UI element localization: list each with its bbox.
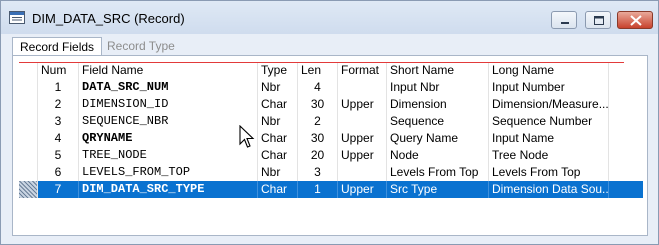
cell-num[interactable]: 6 bbox=[38, 164, 79, 181]
cell-long-name[interactable]: Dimension/Measure... bbox=[489, 96, 609, 113]
cell-format[interactable] bbox=[338, 79, 387, 96]
col-len[interactable]: Len bbox=[298, 62, 338, 79]
cell-len[interactable]: 1 bbox=[298, 181, 338, 198]
row-selector[interactable] bbox=[19, 113, 38, 130]
title-bar[interactable]: DIM_DATA_SRC (Record) bbox=[1, 1, 658, 34]
drag-insert-indicator bbox=[19, 62, 624, 63]
cell-type[interactable]: Nbr bbox=[258, 79, 298, 96]
minimize-button[interactable] bbox=[551, 11, 577, 29]
record-fields-panel: Num Field Name Type Len Format Short Nam… bbox=[12, 55, 648, 236]
cell-type[interactable]: Nbr bbox=[258, 113, 298, 130]
cell-num[interactable]: 3 bbox=[38, 113, 79, 130]
col-field-name[interactable]: Field Name bbox=[79, 62, 258, 79]
cell-type[interactable]: Char bbox=[258, 147, 298, 164]
cell-field-name[interactable]: DATA_SRC_NUM bbox=[79, 79, 258, 96]
cell-long-name[interactable]: Input Name bbox=[489, 130, 609, 147]
cell-short-name[interactable]: Sequence bbox=[387, 113, 489, 130]
cell-format[interactable]: Upper bbox=[338, 147, 387, 164]
close-icon bbox=[630, 15, 642, 26]
cell-short-name[interactable]: Node bbox=[387, 147, 489, 164]
cell-type[interactable]: Char bbox=[258, 96, 298, 113]
cell-field-name[interactable]: SEQUENCE_NBR bbox=[79, 113, 258, 130]
cell-len[interactable]: 2 bbox=[298, 113, 338, 130]
cell-format[interactable]: Upper bbox=[338, 130, 387, 147]
cell-field-name[interactable]: TREE_NODE bbox=[79, 147, 258, 164]
cell-field-name[interactable]: LEVELS_FROM_TOP bbox=[79, 164, 258, 181]
cell-short-name[interactable]: Levels From Top bbox=[387, 164, 489, 181]
row-selector[interactable] bbox=[19, 147, 38, 164]
close-button[interactable] bbox=[617, 11, 653, 29]
cell-long-name[interactable]: Sequence Number bbox=[489, 113, 609, 130]
cell-num[interactable]: 4 bbox=[38, 130, 79, 147]
cell-short-name[interactable]: Dimension bbox=[387, 96, 489, 113]
col-short-name[interactable]: Short Name bbox=[387, 62, 489, 79]
row-selector[interactable] bbox=[19, 96, 38, 113]
window-title: DIM_DATA_SRC (Record) bbox=[32, 11, 185, 26]
cell-num[interactable]: 2 bbox=[38, 96, 79, 113]
table-row[interactable]: 6 LEVELS_FROM_TOP Nbr 3 Levels From Top Level… bbox=[19, 164, 643, 181]
row-selector[interactable] bbox=[19, 79, 38, 96]
cell-type[interactable]: Char bbox=[258, 181, 298, 198]
cell-len[interactable]: 30 bbox=[298, 130, 338, 147]
col-format[interactable]: Format bbox=[338, 62, 387, 79]
maximize-icon bbox=[594, 16, 604, 25]
mouse-cursor-icon bbox=[239, 125, 255, 148]
cell-format[interactable] bbox=[338, 164, 387, 181]
cell-num[interactable]: 1 bbox=[38, 79, 79, 96]
cell-type[interactable]: Nbr bbox=[258, 164, 298, 181]
cell-field-name[interactable]: DIMENSION_ID bbox=[79, 96, 258, 113]
cell-short-name[interactable]: Input Nbr bbox=[387, 79, 489, 96]
cell-format[interactable] bbox=[338, 113, 387, 130]
tab-record-type[interactable]: Record Type bbox=[100, 37, 182, 55]
cell-long-name[interactable]: Tree Node bbox=[489, 147, 609, 164]
cell-short-name[interactable]: Query Name bbox=[387, 130, 489, 147]
cell-format[interactable]: Upper bbox=[338, 181, 387, 198]
cell-field-name[interactable]: QRYNAME bbox=[79, 130, 258, 147]
cell-format[interactable]: Upper bbox=[338, 96, 387, 113]
cell-long-name[interactable]: Levels From Top bbox=[489, 164, 609, 181]
row-selector[interactable] bbox=[19, 164, 38, 181]
cell-num[interactable]: 7 bbox=[38, 181, 79, 198]
cell-type[interactable]: Char bbox=[258, 130, 298, 147]
row-selector[interactable] bbox=[19, 181, 38, 198]
col-long-name[interactable]: Long Name bbox=[489, 62, 609, 79]
maximize-button[interactable] bbox=[585, 11, 611, 29]
table-row[interactable]: 4 QRYNAME Char 30 Upper Query Name Input Name bbox=[19, 130, 643, 147]
table-header: Num Field Name Type Len Format Short Nam… bbox=[19, 62, 643, 79]
table-row[interactable]: 2 DIMENSION_ID Char 30 Upper Dimension Dimensi… bbox=[19, 96, 643, 113]
col-num[interactable]: Num bbox=[38, 62, 79, 79]
cell-len[interactable]: 3 bbox=[298, 164, 338, 181]
col-type[interactable]: Type bbox=[258, 62, 298, 79]
minimize-icon bbox=[561, 22, 569, 24]
cell-len[interactable]: 30 bbox=[298, 96, 338, 113]
cell-len[interactable]: 4 bbox=[298, 79, 338, 96]
table-row[interactable]: 7 DIM_DATA_SRC_TYPE Char 1 Upper Src Type Dime… bbox=[19, 181, 643, 198]
row-selector[interactable] bbox=[19, 130, 38, 147]
row-selector-header bbox=[19, 62, 38, 79]
table-row[interactable]: 5 TREE_NODE Char 20 Upper Node Tree Node bbox=[19, 147, 643, 164]
tab-bar: Record Fields Record Type bbox=[7, 35, 653, 55]
cell-len[interactable]: 20 bbox=[298, 147, 338, 164]
table-row[interactable]: 1 DATA_SRC_NUM Nbr 4 Input Nbr Input Number bbox=[19, 79, 643, 96]
cell-num[interactable]: 5 bbox=[38, 147, 79, 164]
record-app-icon bbox=[9, 11, 25, 24]
cell-field-name[interactable]: DIM_DATA_SRC_TYPE bbox=[79, 181, 258, 198]
tab-record-fields[interactable]: Record Fields bbox=[12, 37, 103, 55]
cell-long-name[interactable]: Input Number bbox=[489, 79, 609, 96]
record-window: DIM_DATA_SRC (Record) Record Fields Reco… bbox=[0, 0, 659, 245]
cell-long-name[interactable]: Dimension Data Sou... bbox=[489, 181, 609, 198]
cell-short-name[interactable]: Src Type bbox=[387, 181, 489, 198]
table-row[interactable]: 3 SEQUENCE_NBR Nbr 2 Sequence Sequence Number bbox=[19, 113, 643, 130]
